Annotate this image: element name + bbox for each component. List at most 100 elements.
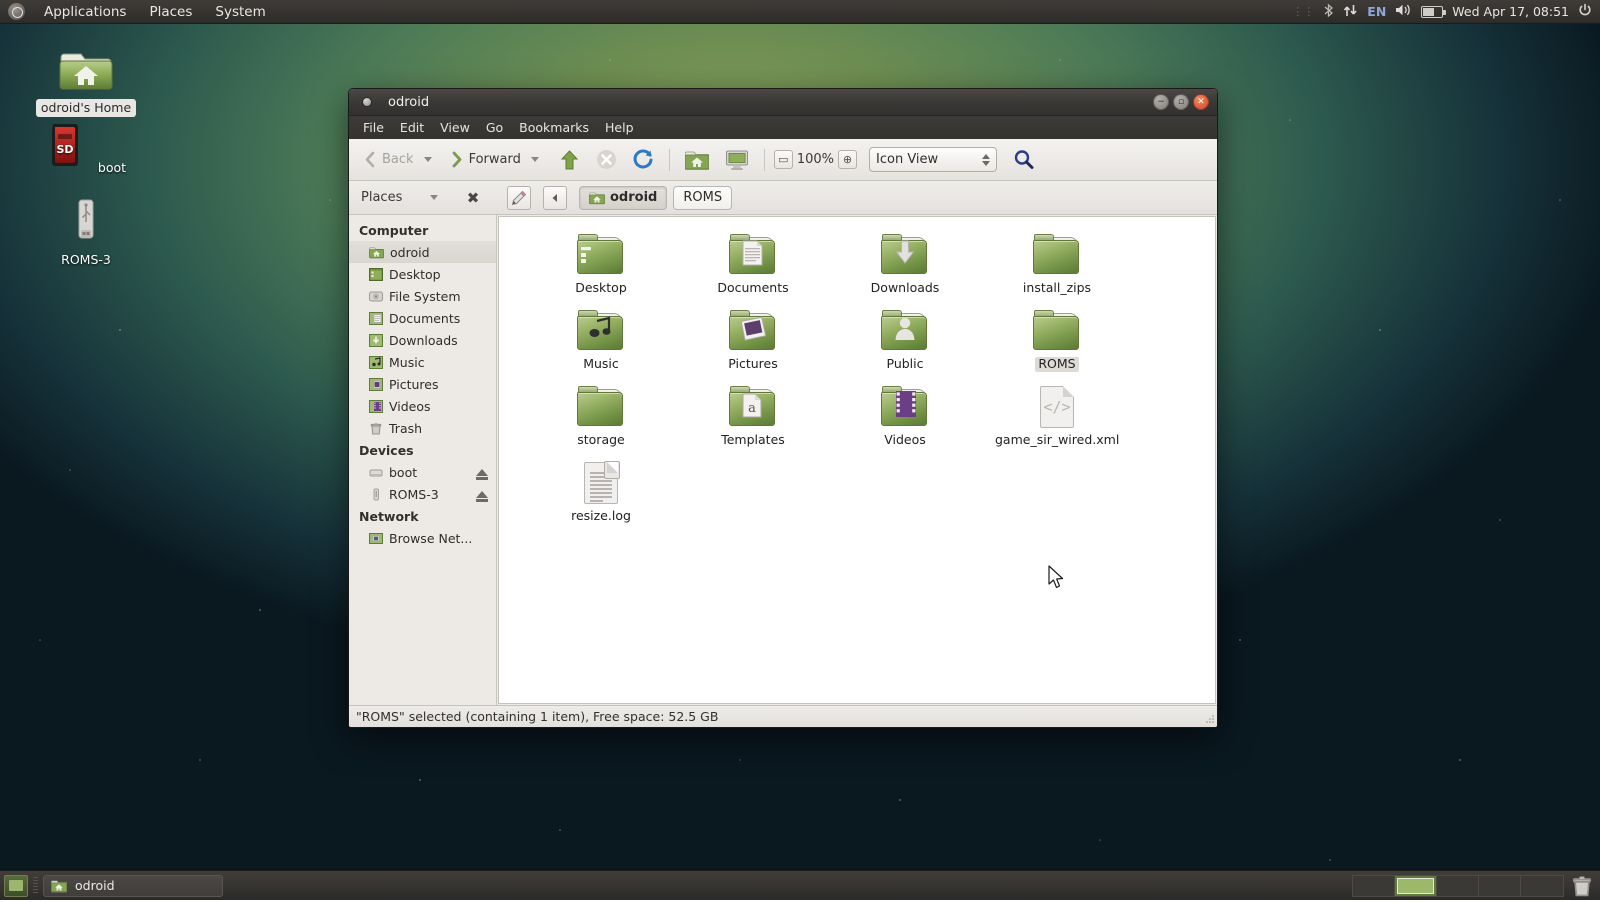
window-controls[interactable]: − ▫ ✕ bbox=[1153, 94, 1209, 110]
menubar[interactable]: File Edit View Go Bookmarks Help bbox=[349, 116, 1217, 139]
workspace-3[interactable] bbox=[1437, 876, 1479, 896]
zoom-out-button[interactable]: ▭ bbox=[774, 150, 793, 169]
sidebar-item-label: Documents bbox=[389, 311, 460, 326]
sidebar-item-documents[interactable]: Documents bbox=[349, 307, 496, 329]
sidebar-item-videos[interactable]: Videos bbox=[349, 395, 496, 417]
workspace-switcher[interactable] bbox=[1352, 875, 1564, 897]
sidebar-item-odroid[interactable]: odroid bbox=[349, 241, 496, 263]
sidebar-item-label: odroid bbox=[390, 245, 430, 260]
file-item-downloads[interactable]: Downloads bbox=[829, 227, 981, 303]
zoom-in-button[interactable]: ⊕ bbox=[838, 150, 857, 169]
power-icon[interactable] bbox=[1578, 3, 1592, 20]
file-item-templates[interactable]: a Templates bbox=[677, 379, 829, 455]
path-scroll-left-button[interactable] bbox=[543, 186, 567, 210]
back-history-caret-icon[interactable] bbox=[424, 157, 432, 162]
breadcrumb-odroid[interactable]: odroid bbox=[579, 186, 667, 210]
desktop-icon-home[interactable]: odroid's Home bbox=[31, 44, 141, 117]
menu-edit[interactable]: Edit bbox=[392, 118, 432, 137]
maximize-icon[interactable]: ▫ bbox=[1173, 94, 1189, 110]
documents-icon bbox=[369, 312, 383, 325]
ubuntu-logo-icon[interactable] bbox=[8, 3, 25, 20]
taskbar-item-odroid[interactable]: odroid bbox=[43, 875, 223, 897]
videos-icon bbox=[369, 400, 383, 413]
minimize-icon[interactable]: − bbox=[1153, 94, 1169, 110]
clock[interactable]: Wed Apr 17, 08:51 bbox=[1452, 4, 1569, 19]
file-manager-window[interactable]: odroid − ▫ ✕ File Edit View Go Bookmarks… bbox=[348, 88, 1218, 728]
sidebar-item-browse-network[interactable]: Browse Net... bbox=[349, 527, 496, 549]
back-label: Back bbox=[382, 152, 414, 167]
file-name: Downloads bbox=[868, 281, 943, 296]
places-sidebar[interactable]: Computer odroid Desktop File System Docu… bbox=[349, 215, 497, 705]
volume-icon[interactable] bbox=[1395, 3, 1412, 20]
close-sidebar-button[interactable]: ✖ bbox=[461, 186, 485, 210]
close-icon[interactable]: ✕ bbox=[1193, 94, 1209, 110]
file-item-roms[interactable]: ROMS bbox=[981, 303, 1133, 379]
search-button[interactable] bbox=[1007, 146, 1040, 173]
back-button[interactable]: Back bbox=[357, 148, 420, 171]
file-item-install-zips[interactable]: install_zips bbox=[981, 227, 1133, 303]
window-menu-icon[interactable] bbox=[362, 97, 372, 107]
resize-grip[interactable] bbox=[1203, 713, 1215, 725]
battery-icon[interactable] bbox=[1421, 6, 1443, 18]
file-item-pictures[interactable]: Pictures bbox=[677, 303, 829, 379]
file-item-resize-log[interactable]: resize.log bbox=[525, 455, 677, 531]
stop-button[interactable] bbox=[590, 146, 623, 173]
file-item-music[interactable]: Music bbox=[525, 303, 677, 379]
forward-button[interactable]: Forward bbox=[444, 148, 527, 171]
desktop-icon-roms3[interactable]: ROMS-3 bbox=[31, 196, 141, 269]
sidebar-item-pictures[interactable]: Pictures bbox=[349, 373, 496, 395]
eject-icon[interactable] bbox=[476, 469, 488, 476]
workspace-2[interactable] bbox=[1395, 876, 1437, 896]
workspace-1[interactable] bbox=[1353, 876, 1395, 896]
file-item-videos[interactable]: Videos bbox=[829, 379, 981, 455]
menu-view[interactable]: View bbox=[432, 118, 478, 137]
global-menu[interactable]: Applications Places System bbox=[0, 2, 270, 22]
keyboard-layout-indicator[interactable]: EN bbox=[1367, 4, 1386, 19]
system-tray: ⋮⋮ EN Wed Apr 17, 08:51 bbox=[1292, 3, 1600, 21]
file-item-game-sir-wired-xml[interactable]: </> game_sir_wired.xml bbox=[981, 379, 1133, 455]
sidebar-item-roms-3[interactable]: ROMS-3 bbox=[349, 483, 496, 505]
sidebar-item-file-system[interactable]: File System bbox=[349, 285, 496, 307]
up-button[interactable] bbox=[553, 146, 586, 174]
sidebar-item-label: Music bbox=[389, 355, 425, 370]
edit-path-button[interactable] bbox=[507, 186, 531, 210]
sidebar-item-desktop[interactable]: Desktop bbox=[349, 263, 496, 285]
panel-grip[interactable] bbox=[33, 877, 38, 895]
menu-applications[interactable]: Applications bbox=[40, 2, 130, 22]
desktop-icon-boot[interactable]: SD boot bbox=[31, 120, 141, 177]
trash-button[interactable] bbox=[1570, 874, 1594, 898]
menu-file[interactable]: File bbox=[355, 118, 392, 137]
forward-history-caret-icon[interactable] bbox=[531, 157, 539, 162]
menu-system[interactable]: System bbox=[211, 2, 269, 22]
menu-go[interactable]: Go bbox=[478, 118, 511, 137]
eject-icon[interactable] bbox=[476, 491, 488, 498]
file-item-storage[interactable]: storage bbox=[525, 379, 677, 455]
places-header[interactable]: Places bbox=[355, 190, 455, 205]
view-mode-select[interactable]: Icon View bbox=[869, 147, 997, 172]
reload-button[interactable] bbox=[627, 146, 660, 173]
computer-button[interactable] bbox=[719, 146, 755, 174]
toolbar[interactable]: Back Forward bbox=[349, 139, 1217, 181]
sidebar-item-boot[interactable]: boot bbox=[349, 461, 496, 483]
chevron-down-icon[interactable] bbox=[430, 195, 438, 200]
breadcrumb-roms[interactable]: ROMS bbox=[673, 186, 732, 210]
workspace-4[interactable] bbox=[1479, 876, 1521, 896]
location-bar[interactable]: Places ✖ odroid ROMS bbox=[349, 181, 1217, 215]
menu-places[interactable]: Places bbox=[145, 2, 196, 22]
workspace-5[interactable] bbox=[1521, 876, 1563, 896]
bluetooth-icon[interactable] bbox=[1323, 3, 1334, 21]
window-titlebar[interactable]: odroid − ▫ ✕ bbox=[349, 89, 1217, 116]
menu-bookmarks[interactable]: Bookmarks bbox=[511, 118, 597, 137]
sidebar-item-trash[interactable]: Trash bbox=[349, 417, 496, 439]
network-updown-icon[interactable] bbox=[1343, 3, 1358, 21]
sidebar-item-downloads[interactable]: Downloads bbox=[349, 329, 496, 351]
file-item-documents[interactable]: Documents bbox=[677, 227, 829, 303]
show-desktop-button[interactable] bbox=[4, 875, 28, 897]
file-list-view[interactable]: Desktop Documents bbox=[498, 216, 1216, 704]
home-button[interactable] bbox=[679, 146, 715, 174]
file-item-desktop[interactable]: Desktop bbox=[525, 227, 677, 303]
sidebar-item-music[interactable]: Music bbox=[349, 351, 496, 373]
menu-help[interactable]: Help bbox=[597, 118, 642, 137]
icon-grid[interactable]: Desktop Documents bbox=[499, 217, 1215, 531]
file-item-public[interactable]: Public bbox=[829, 303, 981, 379]
